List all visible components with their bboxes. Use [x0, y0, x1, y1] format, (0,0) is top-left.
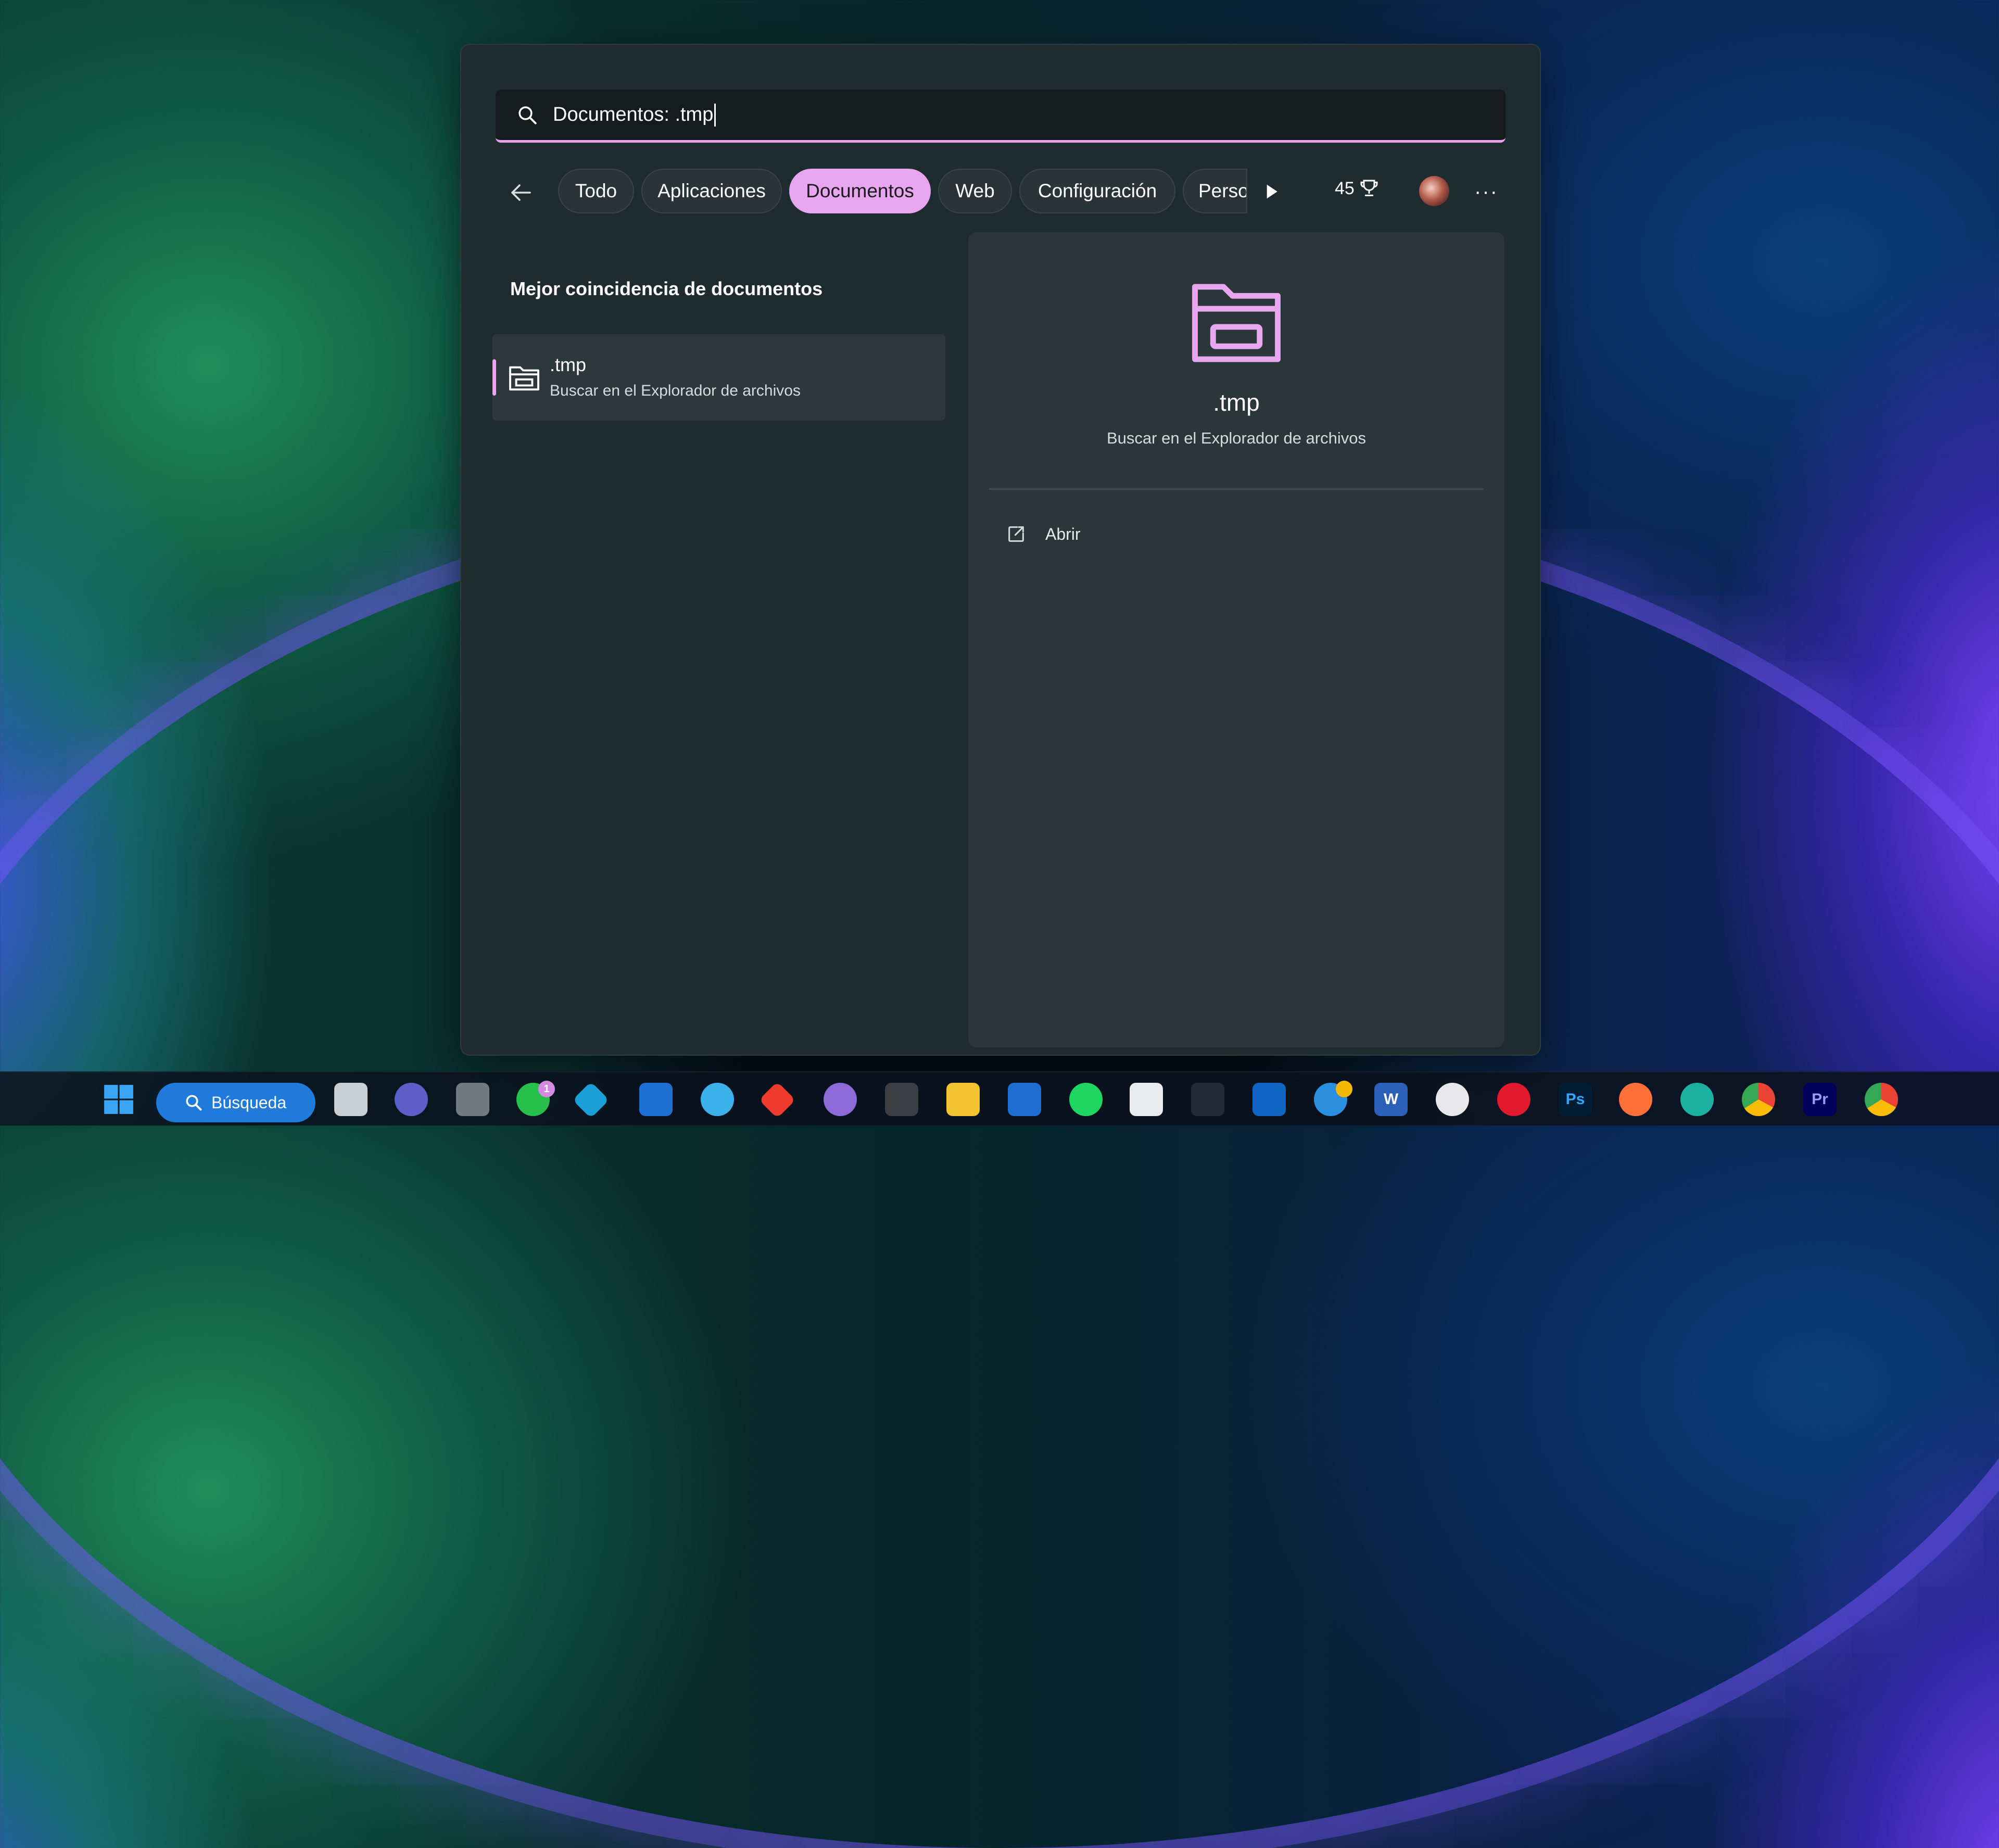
tab-documentos[interactable]: Documentos — [789, 169, 931, 213]
open-label: Abrir — [1045, 524, 1081, 543]
taskbar: Búsqueda 1 W Ps Pr — [0, 1071, 1999, 1125]
back-button[interactable] — [505, 177, 536, 208]
trello-icon[interactable] — [1008, 1083, 1041, 1116]
text-caret — [714, 103, 716, 126]
notification-badge: 1 — [538, 1081, 555, 1097]
points-value: 45 — [1335, 178, 1355, 198]
folder-icon — [1192, 284, 1281, 362]
photoshop-icon[interactable]: Ps — [1559, 1083, 1592, 1116]
section-title: Mejor coincidencia de documentos — [510, 278, 823, 299]
windows-logo-glyph — [104, 1085, 133, 1114]
result-subtitle: Buscar en el Explorador de archivos — [550, 382, 801, 399]
open-external-icon — [1008, 526, 1024, 542]
help-icon[interactable] — [1314, 1081, 1352, 1116]
more-options-button[interactable]: ··· — [1474, 181, 1498, 202]
taskbar-search-button[interactable]: Búsqueda — [156, 1083, 315, 1122]
outlook-icon[interactable] — [1252, 1083, 1286, 1116]
chrome-icon[interactable] — [1742, 1083, 1775, 1116]
tab-label: Perso — [1198, 180, 1247, 201]
preview-subtitle: Buscar en el Explorador de archivos — [1107, 429, 1366, 447]
slack-icon[interactable] — [1436, 1083, 1469, 1116]
task-view-icon[interactable] — [334, 1083, 368, 1116]
folder-icon[interactable] — [946, 1083, 980, 1116]
preview-pane: .tmp Buscar en el Explorador de archivos… — [968, 232, 1504, 1047]
result-title: .tmp — [550, 354, 587, 375]
search-input[interactable]: Documentos: .tmp — [496, 90, 1505, 143]
spotify-icon[interactable] — [1069, 1083, 1103, 1116]
premiere-glyph: Pr — [1812, 1091, 1828, 1108]
store-icon[interactable] — [1130, 1083, 1163, 1116]
tab-label: Todo — [575, 180, 617, 201]
selection-indicator — [492, 359, 496, 396]
paint-icon[interactable] — [701, 1083, 734, 1116]
preview-title: .tmp — [1213, 389, 1260, 416]
word-icon[interactable]: W — [1374, 1083, 1408, 1116]
firefox-icon[interactable] — [1619, 1083, 1652, 1116]
photoshop-glyph: Ps — [1565, 1091, 1585, 1108]
kodi-icon[interactable] — [572, 1081, 610, 1119]
tab-web[interactable]: Web — [938, 169, 1012, 213]
trophy-icon — [1360, 180, 1378, 196]
filter-bar: Todo Aplicaciones Documentos Web Configu… — [496, 169, 1505, 219]
divider — [989, 488, 1484, 490]
notepad-icon[interactable] — [639, 1083, 673, 1116]
windows-logo-icon[interactable] — [102, 1083, 135, 1116]
whatsapp-icon[interactable]: 1 — [516, 1081, 555, 1116]
calculator-icon[interactable] — [456, 1083, 489, 1116]
tab-aplicaciones[interactable]: Aplicaciones — [641, 169, 782, 213]
search-icon — [186, 1095, 202, 1111]
widgets-icon[interactable] — [1191, 1083, 1224, 1116]
word-glyph: W — [1383, 1091, 1399, 1108]
tab-configuracion[interactable]: Configuración — [1019, 169, 1175, 213]
premiere-icon[interactable]: Pr — [1803, 1083, 1837, 1116]
video-camera-icon[interactable] — [395, 1083, 428, 1116]
anydesk-icon[interactable] — [758, 1081, 796, 1119]
search-icon — [518, 106, 537, 124]
opera-icon[interactable] — [1497, 1083, 1530, 1116]
avatar[interactable] — [1419, 176, 1449, 206]
terminal-icon[interactable] — [885, 1083, 918, 1116]
arrow-left-icon — [511, 184, 531, 201]
tab-label: Web — [955, 180, 995, 201]
bittorrent-icon[interactable] — [824, 1083, 857, 1116]
tab-label: Aplicaciones — [657, 180, 766, 201]
scroll-right-button[interactable] — [1261, 181, 1282, 202]
list-item[interactable]: .tmp Buscar en el Explorador de archivos — [492, 334, 945, 421]
tab-todo[interactable]: Todo — [558, 169, 634, 213]
start-search-panel: Documentos: .tmp Todo Aplicaciones Docum… — [460, 44, 1541, 1056]
tab-personas[interactable]: Perso — [1183, 169, 1247, 213]
taskbar-search-label: Búsqueda — [211, 1093, 287, 1112]
open-button[interactable]: Abrir — [1006, 518, 1081, 550]
rewards-points[interactable]: 45 — [1335, 178, 1380, 199]
search-query: Documentos: .tmp — [553, 104, 714, 125]
tab-label: Documentos — [806, 180, 914, 201]
tab-label: Configuración — [1038, 180, 1157, 201]
chrome-profile-icon[interactable] — [1865, 1083, 1898, 1116]
notification-dot — [1336, 1081, 1352, 1097]
folder-icon — [509, 366, 539, 391]
edge-icon[interactable] — [1680, 1083, 1714, 1116]
